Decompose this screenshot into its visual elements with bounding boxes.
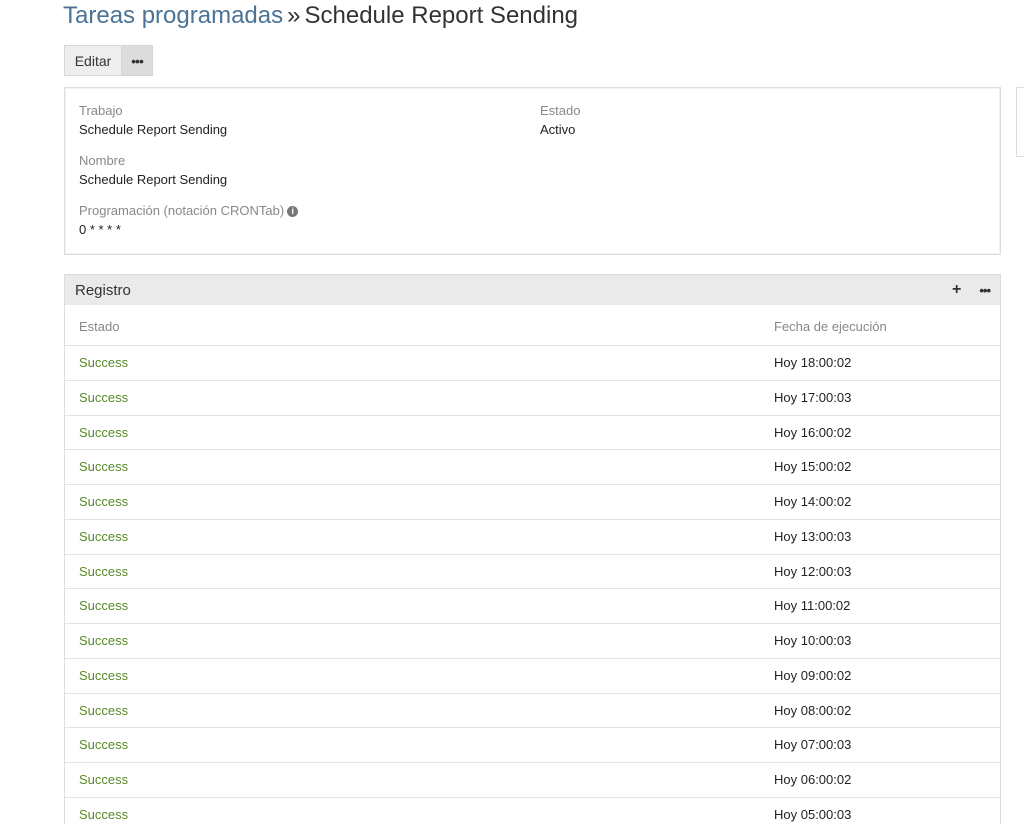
breadcrumb-current: Schedule Report Sending [304,2,579,29]
more-actions-button[interactable]: ••• [121,45,153,76]
row-date: Hoy 18:00:02 [774,355,852,370]
row-status[interactable]: Success [79,668,128,683]
row-status[interactable]: Success [79,598,128,613]
table-row[interactable]: Success Hoy 15:00:02 [65,450,1000,485]
row-status[interactable]: Success [79,772,128,787]
row-status[interactable]: Success [79,355,128,370]
field-name: Nombre Schedule Report Sending [79,152,227,190]
field-job-label: Trabajo [79,103,123,118]
table-row[interactable]: Success Hoy 07:00:03 [65,728,1000,763]
row-status[interactable]: Success [79,390,128,405]
add-icon[interactable]: + [952,281,961,299]
field-schedule-value: 0 * * * * [79,222,121,237]
table-row[interactable]: Success Hoy 06:00:02 [65,763,1000,798]
page-title: Tareas programadas» Schedule Report Sendi… [63,0,578,36]
field-status: Estado Activo [540,102,580,140]
row-status[interactable]: Success [79,633,128,648]
field-name-value: Schedule Report Sending [79,172,228,187]
table-row[interactable]: Success Hoy 14:00:02 [65,485,1000,520]
table-row[interactable]: Success Hoy 11:00:02 [65,589,1000,624]
more-actions-icon[interactable]: ••• [979,283,991,298]
row-date: Hoy 06:00:02 [774,772,852,787]
info-icon[interactable]: i [287,206,299,217]
field-job-value: Schedule Report Sending [79,122,228,137]
row-date: Hoy 11:00:02 [774,598,851,614]
table-row[interactable]: Success Hoy 13:00:03 [65,520,1000,555]
row-status[interactable]: Success [79,529,128,544]
row-status[interactable]: Success [79,703,128,718]
field-job: Trabajo Schedule Report Sending [79,102,227,140]
field-schedule-label: Programación (notación CRONTab) i [79,202,299,220]
log-panel-actions: + ••• [952,275,991,305]
row-date: Hoy 07:00:03 [774,737,852,753]
column-header-date[interactable]: Fecha de ejecución [774,319,887,334]
table-row[interactable]: Success Hoy 12:00:03 [65,555,1000,590]
row-date: Hoy 05:00:03 [774,806,852,822]
field-name-label: Nombre [79,153,126,168]
table-body: Success Hoy 18:00:02 Success Hoy 17:00:03 … [65,346,1000,824]
detail-panel: Trabajo Schedule Report Sending Estado A… [64,87,1001,255]
table-row[interactable]: Success Hoy 08:00:02 [65,694,1000,729]
field-schedule: Programación (notación CRONTab) i 0 * * *… [79,202,299,240]
row-date: Hoy 15:00:02 [774,459,852,475]
row-date: Hoy 14:00:02 [774,494,852,509]
row-date: Hoy 10:00:03 [774,633,852,648]
side-panel-edge [1016,87,1024,157]
record-toolbar: Editar ••• [64,45,153,76]
edit-button[interactable]: Editar [64,45,121,76]
table-row[interactable]: Success Hoy 16:00:02 [65,416,1000,451]
table-row[interactable]: Success Hoy 17:00:03 [65,381,1000,416]
column-header-status[interactable]: Estado [79,319,119,334]
log-panel: Registro + ••• Estado Fecha de ejecución… [64,274,1001,824]
breadcrumb-link-scheduled-jobs[interactable]: Tareas programadas [63,2,283,29]
row-date: Hoy 12:00:03 [774,563,852,579]
row-status[interactable]: Success [79,807,128,822]
table-row[interactable]: Success Hoy 10:00:03 [65,624,1000,659]
row-date: Hoy 17:00:03 [774,389,852,405]
row-status[interactable]: Success [79,737,128,752]
table-row[interactable]: Success Hoy 09:00:02 [65,659,1000,694]
log-panel-title: Registro [75,281,131,299]
row-status[interactable]: Success [79,459,128,474]
row-date: Hoy 09:00:02 [774,667,852,683]
field-schedule-label-text: Programación (notación CRONTab) [79,203,285,218]
row-status[interactable]: Success [79,494,128,509]
row-date: Hoy 08:00:02 [774,702,852,718]
table-row[interactable]: Success Hoy 05:00:03 [65,798,1000,824]
row-status[interactable]: Success [79,425,128,440]
row-status[interactable]: Success [79,564,128,579]
row-date: Hoy 16:00:02 [774,424,852,440]
table-header: Estado Fecha de ejecución [65,305,1000,346]
breadcrumb-separator: » [287,2,301,29]
log-panel-header: Registro + ••• [65,275,1000,305]
field-status-label: Estado [540,103,581,118]
row-date: Hoy 13:00:03 [774,528,852,544]
table-row[interactable]: Success Hoy 18:00:02 [65,346,1000,381]
field-status-value: Activo [540,122,576,137]
